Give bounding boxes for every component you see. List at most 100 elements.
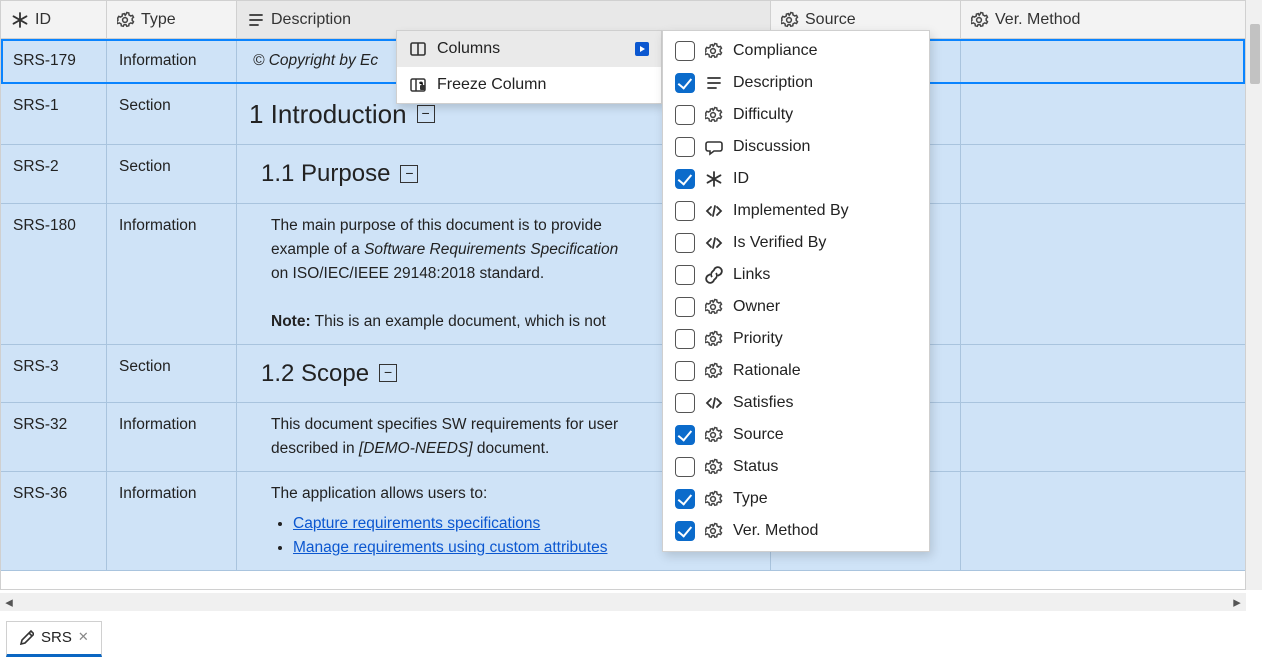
table-row[interactable]: SRS-36InformationThe application allows … — [1, 472, 1245, 571]
column-picker-item[interactable]: Priority — [663, 323, 929, 355]
gear-icon — [705, 522, 723, 540]
submenu-arrow-icon — [635, 42, 649, 56]
link[interactable]: Manage requirements using custom attribu… — [293, 539, 607, 556]
column-picker-label: Description — [733, 74, 813, 92]
column-picker-item[interactable]: Links — [663, 259, 929, 291]
column-picker-item[interactable]: Description — [663, 67, 929, 99]
align-icon — [247, 11, 265, 29]
grid-body[interactable]: SRS-179Information© Copyright by EcSRS-1… — [1, 39, 1245, 589]
checkbox[interactable] — [675, 393, 695, 413]
ctx-item-freeze-column[interactable]: Freeze Column — [397, 67, 661, 103]
asterisk-icon — [11, 11, 29, 29]
table-row[interactable]: SRS-180InformationThe main purpose of th… — [1, 204, 1245, 345]
cell-type: Section — [107, 145, 237, 202]
checkbox[interactable] — [675, 73, 695, 93]
checkbox[interactable] — [675, 265, 695, 285]
cell-ver-method — [961, 345, 1225, 402]
gear-icon — [705, 42, 723, 60]
asterisk-icon — [705, 170, 723, 188]
checkbox[interactable] — [675, 169, 695, 189]
code-icon — [705, 234, 723, 252]
column-picker-label: Difficulty — [733, 106, 793, 124]
column-picker-label: ID — [733, 170, 749, 188]
code-icon — [705, 202, 723, 220]
column-picker-item[interactable]: Owner — [663, 291, 929, 323]
checkbox[interactable] — [675, 233, 695, 253]
column-picker-item[interactable]: ID — [663, 163, 929, 195]
column-picker-label: Type — [733, 490, 768, 508]
gear-icon — [117, 11, 135, 29]
column-picker-label: Ver. Method — [733, 522, 818, 540]
collapse-toggle[interactable] — [400, 165, 418, 183]
app-root: { "columns": { "id": "ID", "type": "Type… — [0, 0, 1262, 661]
checkbox[interactable] — [675, 521, 695, 541]
link-icon — [705, 266, 723, 284]
column-picker-label: Compliance — [733, 42, 817, 60]
scrollbar-thumb[interactable] — [1250, 24, 1260, 84]
freeze-column-icon — [409, 76, 427, 94]
cell-type: Section — [107, 345, 237, 402]
cell-id: SRS-3 — [1, 345, 107, 402]
column-picker-label: Owner — [733, 298, 780, 316]
gear-icon — [705, 458, 723, 476]
col-header-type[interactable]: Type — [107, 1, 237, 38]
col-header-id-label: ID — [35, 11, 51, 29]
gear-icon — [971, 11, 989, 29]
column-picker-label: Implemented By — [733, 202, 849, 220]
checkbox[interactable] — [675, 41, 695, 61]
cell-ver-method — [961, 403, 1225, 471]
col-header-id[interactable]: ID — [1, 1, 107, 38]
collapse-toggle[interactable] — [379, 364, 397, 382]
cell-id: SRS-180 — [1, 204, 107, 344]
tab-srs[interactable]: SRS ✕ — [6, 621, 102, 657]
column-picker-item[interactable]: Ver. Method — [663, 515, 929, 547]
column-picker-item[interactable]: Difficulty — [663, 99, 929, 131]
cell-ver-method — [961, 84, 1225, 144]
align-icon — [705, 74, 723, 92]
column-picker-label: Satisfies — [733, 394, 793, 412]
scroll-right-arrow[interactable]: ▸ — [1228, 593, 1246, 611]
tab-close-button[interactable]: ✕ — [78, 629, 89, 645]
collapse-toggle[interactable] — [417, 105, 435, 123]
table-row[interactable]: SRS-32InformationThis document specifies… — [1, 403, 1245, 472]
horizontal-scrollbar[interactable]: ◂ ▸ — [0, 593, 1246, 611]
column-picker-label: Source — [733, 426, 784, 444]
vertical-scrollbar[interactable] — [1246, 0, 1262, 590]
cell-type: Section — [107, 84, 237, 144]
cell-ver-method — [961, 204, 1225, 344]
column-picker-item[interactable]: Type — [663, 483, 929, 515]
checkbox[interactable] — [675, 137, 695, 157]
col-header-ver-method[interactable]: Ver. Method — [961, 1, 1225, 38]
cell-id: SRS-2 — [1, 145, 107, 202]
column-picker-item[interactable]: Compliance — [663, 35, 929, 67]
cell-id: SRS-36 — [1, 472, 107, 570]
checkbox[interactable] — [675, 329, 695, 349]
column-picker-item[interactable]: Status — [663, 451, 929, 483]
column-picker-item[interactable]: Implemented By — [663, 195, 929, 227]
checkbox[interactable] — [675, 361, 695, 381]
tab-label: SRS — [41, 629, 72, 646]
column-picker-item[interactable]: Discussion — [663, 131, 929, 163]
pencil-icon — [17, 628, 35, 646]
gear-icon — [705, 330, 723, 348]
checkbox[interactable] — [675, 105, 695, 125]
gear-icon — [705, 106, 723, 124]
table-row[interactable]: SRS-3Section1.2 Scope — [1, 345, 1245, 403]
column-picker-item[interactable]: Source — [663, 419, 929, 451]
column-picker-item[interactable]: Satisfies — [663, 387, 929, 419]
checkbox[interactable] — [675, 489, 695, 509]
scroll-left-arrow[interactable]: ◂ — [0, 593, 18, 611]
ctx-freeze-label: Freeze Column — [437, 76, 546, 94]
column-picker-item[interactable]: Is Verified By — [663, 227, 929, 259]
table-row[interactable]: SRS-2Section1.1 Purpose — [1, 145, 1245, 203]
checkbox[interactable] — [675, 457, 695, 477]
col-header-ver-label: Ver. Method — [995, 11, 1080, 29]
checkbox[interactable] — [675, 297, 695, 317]
column-picker-item[interactable]: Rationale — [663, 355, 929, 387]
checkbox[interactable] — [675, 425, 695, 445]
link[interactable]: Capture requirements specifications — [293, 515, 540, 532]
code-icon — [705, 394, 723, 412]
checkbox[interactable] — [675, 201, 695, 221]
ctx-item-columns[interactable]: Columns — [397, 31, 661, 67]
column-picker-label: Status — [733, 458, 778, 476]
